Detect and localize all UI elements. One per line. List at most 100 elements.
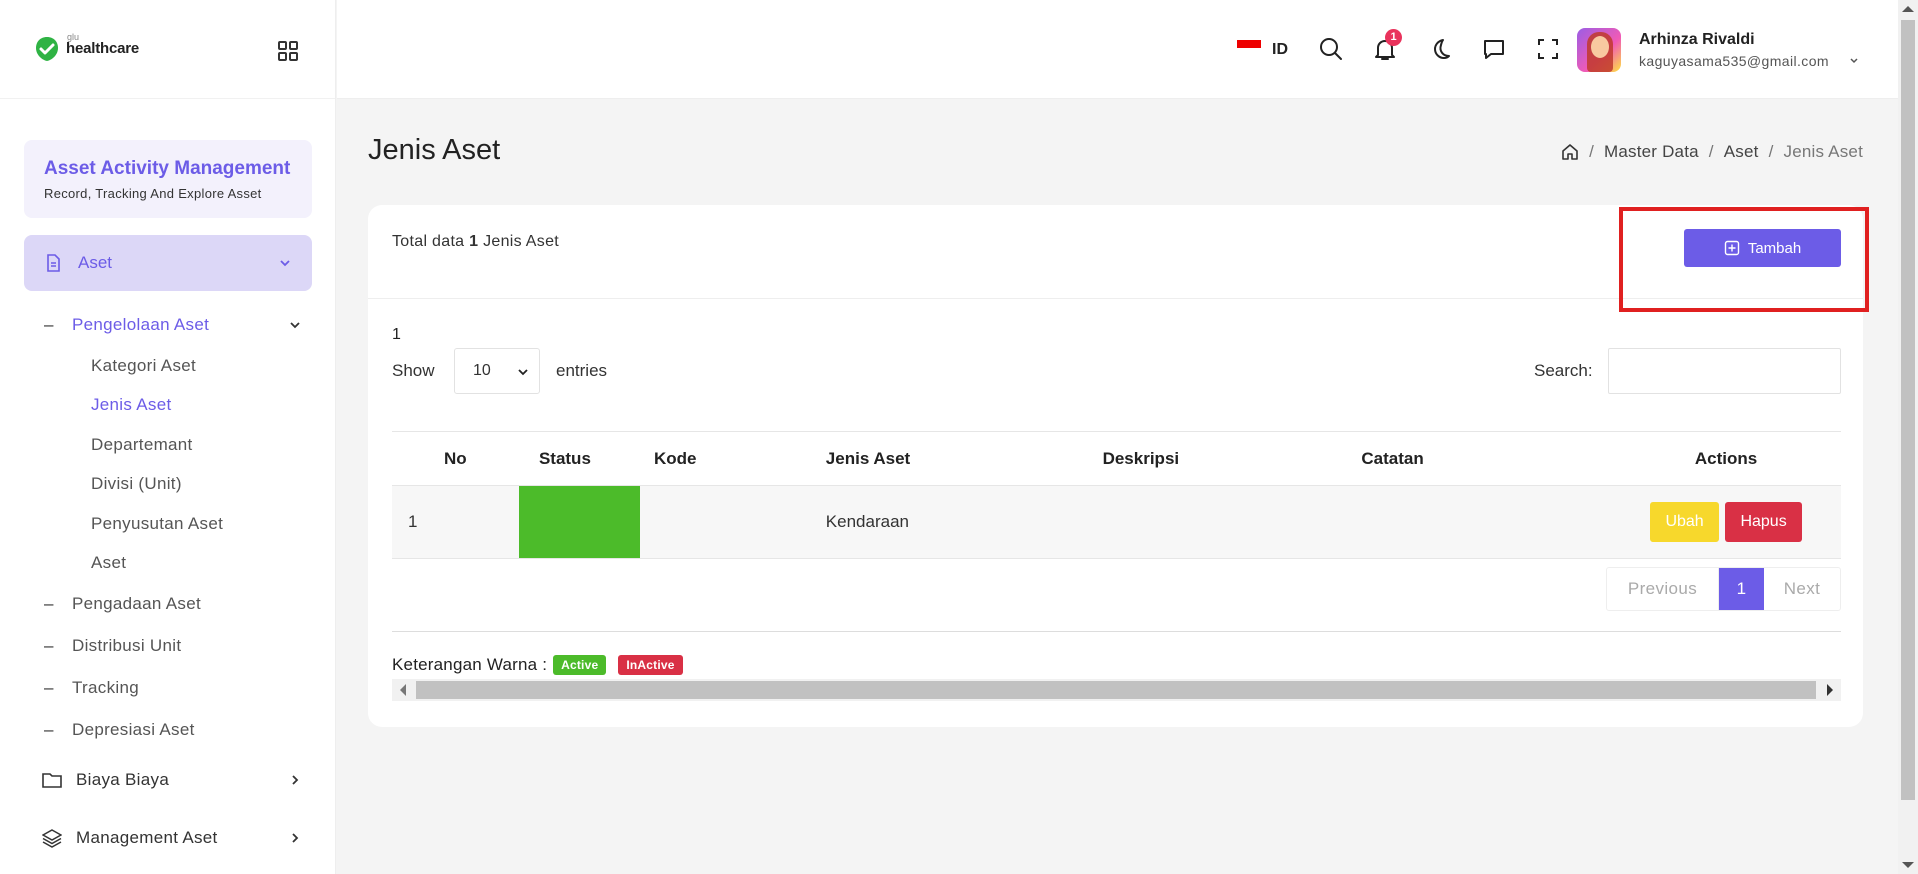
legend-label: Keterangan Warna : — [392, 655, 548, 674]
page-indicator: 1 — [392, 326, 401, 343]
language-label[interactable]: ID — [1272, 41, 1288, 59]
cell-status — [518, 485, 640, 559]
page-length-select[interactable]: 10 — [454, 348, 540, 394]
edit-button[interactable]: Ubah — [1650, 502, 1719, 542]
page-length-value: 10 — [473, 362, 491, 379]
brand-small-text: glu — [67, 32, 80, 42]
grid-menu-icon[interactable] — [278, 41, 298, 61]
user-name[interactable]: Arhinza Rivaldi — [1639, 31, 1755, 49]
column-header-actions: Actions — [1611, 431, 1841, 486]
page-title: Jenis Aset — [368, 134, 501, 166]
total-data-text: Total data 1 Jenis Aset — [392, 233, 560, 250]
scroll-down-arrow-icon[interactable] — [1902, 862, 1914, 868]
sidebar-item-distribusi-unit[interactable]: – Distribusi Unit — [44, 636, 181, 656]
column-header-no[interactable]: No — [392, 431, 519, 486]
sidebar-item-pengelolaan-aset[interactable]: – Pengelolaan Aset — [44, 315, 302, 335]
scroll-up-arrow-icon[interactable] — [1902, 6, 1914, 12]
breadcrumb-separator: / — [1589, 142, 1594, 161]
app-subtitle: Record, Tracking And Explore Asset — [44, 186, 262, 201]
moon-icon[interactable] — [1427, 36, 1453, 62]
scroll-right-arrow-icon[interactable] — [1827, 684, 1833, 696]
indonesia-flag-icon[interactable] — [1237, 40, 1261, 56]
dash-marker: – — [44, 720, 54, 739]
sidebar-item-label: Depresiasi Aset — [72, 720, 195, 739]
sidebar-item-penyusutan-aset[interactable]: Penyusutan Aset — [91, 514, 223, 534]
color-legend: Keterangan Warna : Active InActive — [392, 655, 683, 675]
cell-deskripsi — [1102, 485, 1362, 559]
chevron-down-icon[interactable] — [1849, 56, 1859, 66]
column-header-deskripsi[interactable]: Deskripsi — [1102, 431, 1362, 486]
brand: glu healthcare — [0, 0, 335, 99]
horizontal-scrollbar[interactable] — [392, 679, 1841, 701]
top-header: ID 1 Arhinza Rivaldi kaguyasama535@gmail… — [337, 0, 1898, 99]
sidebar-item-label: Pengelolaan Aset — [72, 315, 210, 334]
sidebar-item-label: Management Aset — [76, 828, 218, 847]
cell-catatan — [1361, 485, 1612, 559]
pagination-previous[interactable]: Previous — [1607, 568, 1719, 610]
chat-icon[interactable] — [1481, 36, 1507, 62]
legend-active-badge: Active — [553, 655, 607, 675]
chevron-down-icon — [290, 322, 300, 329]
pagination-next[interactable]: Next — [1764, 568, 1840, 610]
scrollbar-thumb[interactable] — [1901, 20, 1915, 800]
sidebar-item-label: Distribusi Unit — [72, 636, 182, 655]
entries-label: entries — [556, 361, 608, 380]
vertical-scrollbar[interactable] — [1898, 0, 1918, 874]
breadcrumb-master-data[interactable]: Master Data — [1604, 142, 1699, 162]
brand-name: healthcare — [66, 40, 140, 57]
chevron-down-icon — [280, 260, 290, 267]
sidebar-item-divisi-unit[interactable]: Divisi (Unit) — [91, 474, 182, 494]
scrollbar-thumb[interactable] — [416, 681, 1816, 699]
cell-jenis-aset: Kendaraan — [815, 485, 1103, 559]
layers-icon — [42, 829, 62, 848]
document-icon — [47, 254, 60, 272]
sidebar-item-aset[interactable]: Aset — [24, 235, 312, 291]
column-header-jenis-aset[interactable]: Jenis Aset — [815, 431, 1103, 486]
sidebar-item-pengadaan-aset[interactable]: – Pengadaan Aset — [44, 594, 201, 614]
column-header-catatan[interactable]: Catatan — [1361, 431, 1612, 486]
app-title: Asset Activity Management — [44, 158, 291, 179]
status-color-block — [518, 486, 640, 558]
sidebar-item-tracking[interactable]: – Tracking — [44, 678, 139, 698]
home-icon[interactable] — [1561, 143, 1579, 161]
sidebar-item-label: Biaya Biaya — [76, 770, 170, 789]
dash-marker: – — [44, 594, 54, 613]
search-icon[interactable] — [1318, 36, 1344, 62]
scroll-left-arrow-icon[interactable] — [400, 684, 406, 696]
sidebar-item-biaya-biaya[interactable]: Biaya Biaya — [42, 770, 302, 790]
delete-button[interactable]: Hapus — [1725, 502, 1802, 542]
search-input[interactable] — [1608, 348, 1841, 394]
folder-icon — [42, 773, 62, 788]
cell-no: 1 — [392, 485, 519, 559]
sidebar-item-label: Aset — [78, 253, 113, 272]
sidebar-item-label: Tracking — [72, 678, 139, 697]
checkmark-logo-icon — [36, 37, 58, 61]
user-email[interactable]: kaguyasama535@gmail.com — [1639, 53, 1829, 69]
dash-marker: – — [44, 678, 54, 697]
column-header-kode[interactable]: Kode — [639, 431, 816, 486]
table-row: 1 Kendaraan Ubah Hapus — [392, 485, 1841, 559]
chevron-right-icon — [292, 833, 299, 843]
legend-inactive-badge: InActive — [618, 655, 683, 675]
search-label: Search: — [1534, 361, 1593, 380]
sidebar-item-management-aset[interactable]: Management Aset — [42, 828, 302, 848]
sidebar-item-kategori-aset[interactable]: Kategori Aset — [91, 356, 196, 376]
data-table: No Status Kode Jenis Aset Deskripsi Cata… — [392, 431, 1841, 559]
sidebar-item-departemant[interactable]: Departemant — [91, 435, 193, 455]
breadcrumb: / Master Data / Aset / Jenis Aset — [1561, 142, 1863, 162]
sidebar-item-depresiasi-aset[interactable]: – Depresiasi Aset — [44, 720, 195, 740]
sidebar-item-jenis-aset[interactable]: Jenis Aset — [91, 395, 172, 415]
column-header-status[interactable]: Status — [518, 431, 640, 486]
chevron-right-icon — [292, 775, 299, 785]
notification-badge: 1 — [1385, 29, 1402, 46]
pagination-page-current[interactable]: 1 — [1719, 568, 1764, 610]
sidebar-item-aset-list[interactable]: Aset — [91, 553, 126, 573]
sidebar-item-label: Pengadaan Aset — [72, 594, 201, 613]
brand-logo[interactable]: glu healthcare — [34, 32, 140, 62]
avatar[interactable] — [1577, 28, 1621, 72]
fullscreen-icon[interactable] — [1535, 36, 1561, 62]
cell-actions: Ubah Hapus — [1611, 485, 1841, 559]
breadcrumb-aset[interactable]: Aset — [1724, 142, 1759, 162]
pagination: Previous 1 Next — [1606, 567, 1841, 611]
breadcrumb-separator: / — [1708, 142, 1714, 161]
